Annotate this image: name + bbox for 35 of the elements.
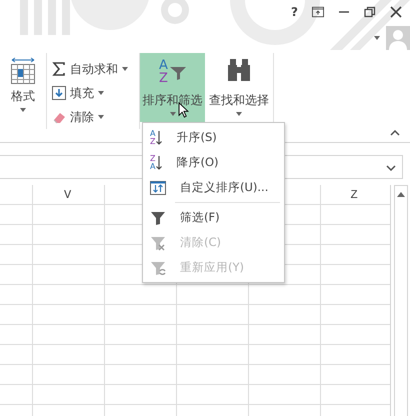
close-icon[interactable]	[390, 6, 402, 18]
column-header[interactable]: Z	[350, 188, 358, 202]
caret-icon	[236, 112, 242, 116]
scroll-up-icon[interactable]	[397, 192, 405, 197]
reapply-filter-icon	[150, 260, 166, 276]
caret-icon	[122, 67, 128, 71]
menu-item[interactable]: Z A 降序(O)	[143, 150, 284, 175]
sigma-icon	[52, 62, 66, 76]
find-select-button[interactable]: 查找和选择	[205, 53, 273, 122]
help-button[interactable]: ?	[291, 5, 298, 19]
menu-item[interactable]: 自定义排序(U)...	[143, 175, 284, 200]
eraser-icon	[52, 110, 66, 124]
autosum-button[interactable]: 自动求和	[52, 59, 139, 79]
filter-icon	[150, 210, 166, 226]
fill-down-icon	[52, 86, 66, 100]
column-width-icon	[10, 57, 36, 85]
restore-icon[interactable]	[364, 6, 376, 18]
custom-sort-icon	[150, 180, 166, 196]
caret-icon	[170, 112, 176, 116]
collapse-ribbon-icon[interactable]	[390, 130, 400, 136]
caret-icon	[20, 108, 26, 112]
clear-filter-icon	[150, 234, 166, 250]
scrollbar[interactable]	[394, 185, 408, 416]
format-button[interactable]: 格式	[0, 53, 46, 122]
fill-button[interactable]: 填充	[52, 83, 139, 103]
ribbon-display-icon[interactable]	[312, 6, 324, 18]
caret-icon[interactable]	[374, 36, 380, 40]
expand-icon[interactable]	[386, 165, 396, 171]
menu-item[interactable]: A Z 升序(S)	[143, 125, 284, 150]
caret-icon	[98, 115, 104, 119]
clear-button[interactable]: 清除	[52, 107, 139, 127]
column-header[interactable]: V	[64, 188, 72, 202]
sort-filter-button[interactable]: A Z 排序和筛选	[140, 53, 205, 122]
menu-item[interactable]: 筛选(F)	[143, 205, 284, 230]
caret-icon	[98, 91, 104, 95]
